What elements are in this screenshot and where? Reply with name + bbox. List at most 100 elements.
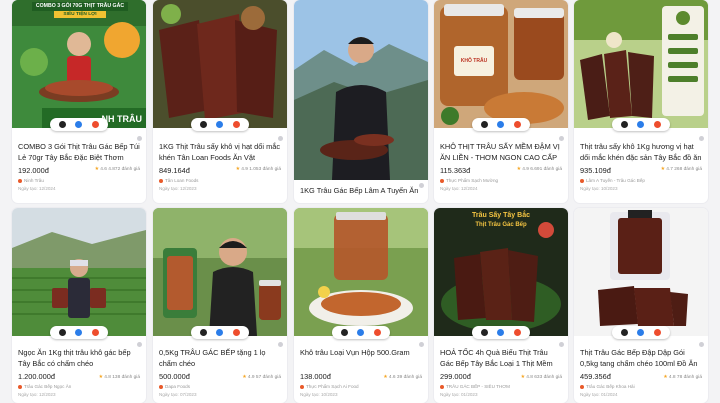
product-image[interactable] [153, 208, 287, 336]
product-image[interactable] [12, 208, 146, 336]
shop-dot-icon [440, 384, 444, 389]
platform-badge[interactable] [50, 326, 108, 339]
product-title[interactable]: Thịt Trâu Gác Bếp Đập Dập Gói 0,5kg tang… [580, 348, 702, 369]
shopee-icon [92, 121, 100, 128]
product-image[interactable]: Trâu Sấy Tây Bắc Thịt Trâu Gác Bếp [434, 208, 568, 336]
shop-name[interactable]: Dapa Foods [159, 384, 190, 389]
shop-name[interactable]: Thực Phẩm Sạch Ai Food [300, 384, 359, 389]
product-card[interactable]: 0,5Kg TRÂU GÁC BẾP tặng 1 lọ chẩm chéo 5… [153, 208, 287, 403]
shop-name[interactable]: Tân Loan Foods [159, 178, 198, 183]
shop-name[interactable]: TRÂU GÁC BẾP - SIÊU THƠM [440, 384, 510, 389]
banner-subtitle: SIÊU TIỆN LỢI [54, 11, 106, 18]
shop-dot-icon [440, 178, 444, 183]
zalo-icon [75, 121, 83, 128]
product-title[interactable]: Khô trâu Loại Vụn Hộp 500.Gram [300, 348, 422, 359]
info-icon[interactable] [419, 342, 424, 347]
product-price: 849.164đ [159, 166, 190, 175]
product-image[interactable] [294, 208, 428, 336]
product-image[interactable] [574, 208, 708, 336]
zalo-icon [216, 329, 224, 336]
product-card[interactable]: COMBO 3 GÓI 70G THỊT TRÂU GÁC BẾP SIÊU T… [12, 0, 146, 203]
product-title[interactable]: Ngọc Ăn 1Kg thịt trâu khô gác bếp Tây Bắ… [18, 348, 140, 369]
info-icon[interactable] [137, 136, 142, 141]
tiktok-icon [199, 329, 207, 336]
shopee-icon [374, 329, 382, 336]
product-price: 935.109đ [580, 166, 611, 175]
product-image[interactable] [574, 0, 708, 128]
shop-name[interactable]: Ninh Trâu [18, 178, 44, 183]
product-rating: ★ 4.6 39 đánh giá [383, 375, 422, 380]
platform-badge[interactable] [332, 326, 390, 339]
shopee-icon [514, 121, 522, 128]
product-card[interactable]: Ngọc Ăn 1Kg thịt trâu khô gác bếp Tây Bắ… [12, 208, 146, 403]
info-icon[interactable] [699, 342, 704, 347]
product-rating: ★ 4.8 633 đánh giá [520, 375, 562, 380]
platform-badge[interactable] [472, 118, 530, 131]
shop-dot-icon [18, 178, 22, 183]
created-date: Ngày tạo: 01/2024 [580, 392, 618, 397]
product-card[interactable]: 1KG Thịt Trâu sấy khô vị hạt dổi mắc khé… [153, 0, 287, 203]
product-card[interactable]: Khô trâu Loại Vụn Hộp 500.Gram 138.000đ … [294, 208, 428, 403]
product-image[interactable] [294, 0, 428, 180]
jar-label: KHÔ TRÂU [460, 58, 488, 64]
tiktok-icon [199, 121, 207, 128]
star-icon: ★ [520, 375, 525, 380]
product-price: 500.000đ [159, 372, 190, 381]
platform-badge[interactable] [191, 326, 249, 339]
product-title[interactable]: Thịt trâu sấy khô 1Kg hương vị hạt dổi m… [580, 142, 702, 163]
product-title[interactable]: HOẢ TỐC 4h Quà Biếu Thịt Trâu Gác Bếp Tâ… [440, 348, 562, 369]
platform-badge[interactable] [612, 326, 670, 339]
star-icon: ★ [94, 167, 99, 172]
zalo-icon [75, 329, 83, 336]
product-card[interactable]: KHÔ TRÂU KHÔ THỊT TRÂU SẤY MỀM ĐẬM VỊ ĂN… [434, 0, 568, 203]
tiktok-icon [620, 121, 628, 128]
product-image[interactable]: COMBO 3 GÓI 70G THỊT TRÂU GÁC BẾP SIÊU T… [12, 0, 146, 128]
shop-name[interactable]: Lâm A Tuyến - Trâu Gác Bếp [580, 178, 645, 183]
product-image[interactable] [153, 0, 287, 128]
zalo-icon [637, 121, 645, 128]
created-date: Ngày tạo: 10/2023 [580, 186, 618, 191]
shop-name[interactable]: Trâu Gác Bếp Ngọc Ăn [18, 384, 71, 389]
info-icon[interactable] [559, 342, 564, 347]
info-icon[interactable] [278, 342, 283, 347]
product-card[interactable]: Thịt trâu sấy khô 1Kg hương vị hạt dổi m… [574, 0, 708, 203]
product-title[interactable]: 0,5Kg TRÂU GÁC BẾP tặng 1 lọ chẩm chéo [159, 348, 281, 369]
product-price: 1.200.000đ [18, 372, 55, 381]
banner-title: COMBO 3 GÓI 70G THỊT TRÂU GÁC BẾP [32, 2, 128, 18]
product-price: 459.356đ [580, 372, 611, 381]
info-icon[interactable] [278, 136, 283, 141]
product-title[interactable]: 1KG Trâu Gác Bếp Lâm A Tuyến Ăn [300, 186, 422, 197]
product-rating: ★ 4.8 138 đánh giá [98, 375, 140, 380]
product-rating: ★ 4.9 6.691 đánh giá [516, 167, 562, 172]
product-image[interactable]: KHÔ TRÂU [434, 0, 568, 128]
platform-badge[interactable] [191, 118, 249, 131]
shopee-icon [92, 329, 100, 336]
shop-name[interactable]: Thực Phẩm Sạch Mường [440, 178, 498, 183]
info-icon[interactable] [137, 342, 142, 347]
shop-name[interactable]: Trâu Gác Bếp Khoa Hải [580, 384, 635, 389]
star-icon: ★ [660, 167, 665, 172]
shopee-icon [654, 329, 662, 336]
star-icon: ★ [383, 375, 388, 380]
created-date: Ngày tạo: 01/2023 [440, 392, 478, 397]
product-card[interactable]: 1KG Trâu Gác Bếp Lâm A Tuyến Ăn [294, 0, 428, 203]
banner-title: Trâu Sấy Tây Bắc [472, 212, 530, 219]
shop-dot-icon [580, 178, 584, 183]
platform-badge[interactable] [472, 326, 530, 339]
tiktok-icon [58, 329, 66, 336]
product-rating: ★ 4.6 4.872 đánh giá [94, 167, 140, 172]
product-rating: ★ 4.7 268 đánh giá [660, 167, 702, 172]
created-date: Ngày tạo: 10/2023 [300, 392, 338, 397]
product-card[interactable]: Trâu Sấy Tây Bắc Thịt Trâu Gác Bếp HOẢ T… [434, 208, 568, 403]
platform-badge[interactable] [612, 118, 670, 131]
shop-dot-icon [159, 384, 163, 389]
product-card[interactable]: Thịt Trâu Gác Bếp Đập Dập Gói 0,5kg tang… [574, 208, 708, 403]
info-icon[interactable] [699, 136, 704, 141]
info-icon[interactable] [559, 136, 564, 141]
platform-badge[interactable] [50, 118, 108, 131]
created-date: Ngày tạo: 07/2023 [159, 392, 197, 397]
zalo-icon [497, 121, 505, 128]
product-title[interactable]: 1KG Thịt Trâu sấy khô vị hạt dổi mắc khé… [159, 142, 281, 163]
product-title[interactable]: KHÔ THỊT TRÂU SẤY MỀM ĐẬM VỊ ĂN LIỀN - T… [440, 142, 562, 163]
product-title[interactable]: COMBO 3 Gói Thịt Trâu Gác Bếp Túi Lẻ 70g… [18, 142, 140, 163]
